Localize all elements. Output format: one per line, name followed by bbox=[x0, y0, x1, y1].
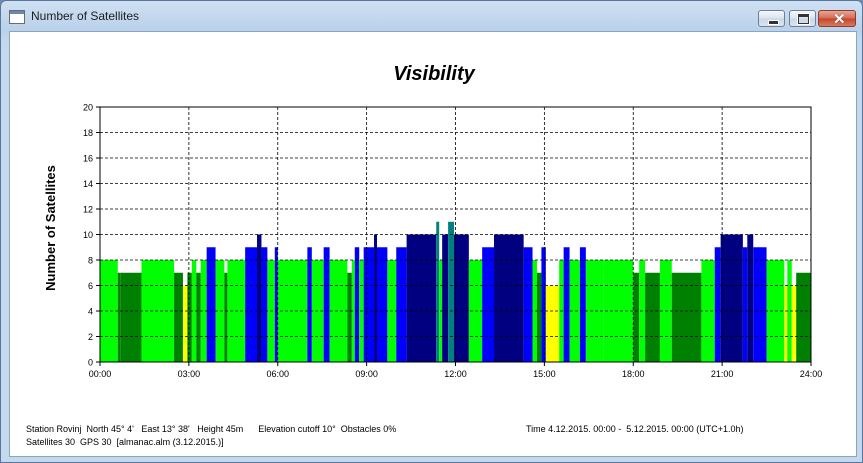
bar-segment bbox=[396, 247, 407, 362]
y-tick-label: 6 bbox=[88, 281, 93, 291]
y-tick-label: 2 bbox=[88, 332, 93, 342]
bar-segment bbox=[274, 247, 278, 362]
close-icon: ✕ bbox=[833, 11, 846, 28]
y-tick-label: 8 bbox=[88, 256, 93, 266]
title-bar[interactable]: Number of Satellites ✕ bbox=[1, 1, 862, 31]
station-info: Station Rovinj North 45° 4' East 13° 38'… bbox=[26, 424, 397, 434]
bar-segment bbox=[187, 272, 192, 362]
minimize-icon bbox=[768, 20, 779, 25]
bar-segment bbox=[448, 221, 455, 362]
y-tick-label: 14 bbox=[83, 179, 93, 189]
bar-segment bbox=[436, 221, 440, 362]
x-tick-label: 03:00 bbox=[178, 369, 201, 379]
bar-segment bbox=[307, 247, 312, 362]
bar-segment bbox=[196, 272, 201, 362]
bar-segment bbox=[579, 247, 586, 362]
x-tick-label: 09:00 bbox=[355, 369, 378, 379]
bar-segment bbox=[120, 272, 142, 362]
bar-segment bbox=[742, 247, 748, 362]
satellite-info: Satellites 30 GPS 30 [almanac.alm (3.12.… bbox=[26, 437, 224, 447]
x-tick-label: 24:00 bbox=[800, 369, 823, 379]
bar-segment bbox=[347, 272, 352, 362]
x-tick-label: 15:00 bbox=[533, 369, 556, 379]
x-tick-label: 18:00 bbox=[622, 369, 645, 379]
bar-segment bbox=[633, 272, 640, 362]
bar-segment bbox=[174, 272, 183, 362]
app-window: Number of Satellites ✕ Visibility Number… bbox=[0, 0, 863, 463]
bar-segment bbox=[206, 247, 216, 362]
y-tick-label: 4 bbox=[88, 307, 93, 317]
bar-segment bbox=[536, 272, 542, 362]
bar-segment bbox=[224, 272, 228, 362]
bar-segment bbox=[645, 272, 660, 362]
bar-segment bbox=[720, 234, 743, 362]
bar-segment bbox=[671, 272, 702, 362]
y-axis-label: Number of Satellites bbox=[43, 165, 58, 291]
bar-segment bbox=[117, 272, 121, 362]
bar-segment bbox=[245, 247, 258, 362]
y-tick-label: 18 bbox=[83, 128, 93, 138]
close-button[interactable]: ✕ bbox=[818, 10, 856, 28]
bar-segment bbox=[442, 234, 449, 362]
y-tick-label: 16 bbox=[83, 154, 93, 164]
window-title: Number of Satellites bbox=[31, 9, 140, 23]
bar-segment bbox=[796, 272, 811, 362]
bar-segment bbox=[747, 234, 754, 362]
bar-segment bbox=[714, 247, 721, 362]
bar-segment bbox=[261, 247, 268, 362]
bar-segment bbox=[257, 234, 262, 362]
minimize-button[interactable] bbox=[758, 10, 785, 27]
maximize-button[interactable] bbox=[789, 10, 816, 27]
bar-segment bbox=[753, 247, 767, 362]
y-tick-label: 12 bbox=[83, 205, 93, 215]
bar-segment bbox=[545, 285, 560, 362]
bar-segment bbox=[354, 247, 360, 362]
visibility-chart: Visibility Number of Satellites 0 2 4 6 8 10 1… bbox=[43, 63, 823, 379]
y-tick-label: 10 bbox=[83, 230, 93, 240]
bar-segment bbox=[182, 285, 188, 362]
bar-segment bbox=[523, 247, 533, 362]
y-tick-label: 20 bbox=[83, 103, 93, 113]
bar-segment bbox=[376, 247, 388, 362]
window-icon[interactable] bbox=[9, 10, 25, 24]
time-range: Time 4.12.2015. 00:00 - 5.12.2015. 00:00… bbox=[526, 424, 744, 434]
bar-segment bbox=[784, 285, 788, 362]
bar-segment bbox=[323, 247, 330, 362]
x-tick-label: 21:00 bbox=[711, 369, 734, 379]
y-tick-label: 0 bbox=[88, 358, 93, 368]
bar-segment bbox=[482, 247, 495, 362]
bar-segment bbox=[541, 247, 546, 362]
chart-panel: Visibility Number of Satellites 0 2 4 6 8 10 1… bbox=[9, 31, 857, 457]
maximize-icon bbox=[798, 14, 809, 24]
x-tick-label: 12:00 bbox=[444, 369, 467, 379]
bar-segment bbox=[791, 285, 797, 362]
bar-segment bbox=[603, 260, 634, 362]
bar-segment bbox=[494, 234, 524, 362]
bar-segment bbox=[454, 234, 469, 362]
x-tick-label: 00:00 bbox=[89, 369, 112, 379]
bar-segment bbox=[406, 234, 437, 362]
bar-segment bbox=[363, 247, 375, 362]
x-tick-label: 06:00 bbox=[266, 369, 289, 379]
bar-segment bbox=[563, 247, 570, 362]
chart-title: Visibility bbox=[393, 63, 475, 85]
bar-segment bbox=[374, 234, 377, 362]
